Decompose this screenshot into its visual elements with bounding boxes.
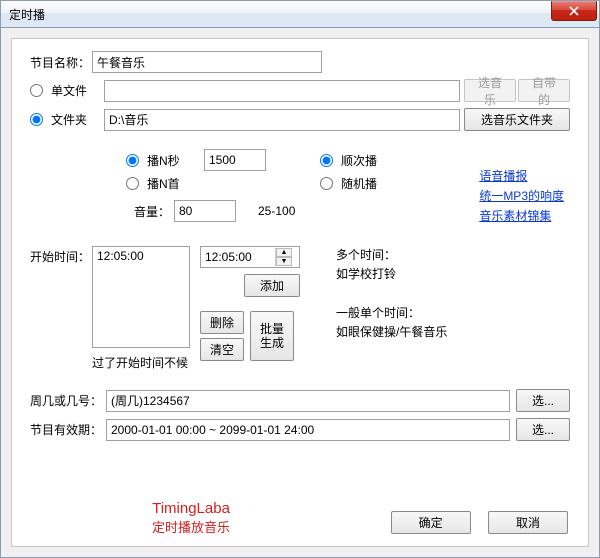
validity-select-button[interactable]: 选... (516, 418, 570, 441)
multi-time-hint-2: 如学校打铃 (336, 265, 486, 282)
time-list[interactable]: 12:05:00 (92, 246, 190, 348)
multi-time-hint-1: 多个时间： (336, 246, 486, 263)
weekday-select-button[interactable]: 选... (516, 389, 570, 412)
select-folder-button[interactable]: 选音乐文件夹 (464, 108, 570, 131)
late-note: 过了开始时间不候 (92, 354, 190, 371)
weekday-label: 周几或几号： (30, 392, 106, 409)
time-list-item[interactable]: 12:05:00 (97, 249, 185, 263)
volume-range-hint: 25-100 (258, 204, 295, 218)
clear-time-button[interactable]: 清空 (200, 338, 244, 361)
music-library-link[interactable]: 音乐素材锦集 (479, 207, 564, 224)
links-block: 语音播报 统一MP3的响度 音乐素材锦集 (479, 167, 564, 227)
folder-label: 文件夹 (51, 111, 87, 128)
program-name-label: 节目名称： (30, 54, 92, 71)
folder-input[interactable] (104, 109, 460, 131)
add-time-button[interactable]: 添加 (244, 274, 300, 297)
builtin-button: 自带的 (518, 79, 570, 102)
voice-broadcast-link[interactable]: 语音播报 (479, 167, 564, 184)
random-play-radio[interactable]: 随机播 (320, 175, 377, 192)
random-play-label: 随机播 (341, 175, 377, 192)
validity-label: 节目有效期： (30, 421, 106, 438)
mp3-gain-link[interactable]: 统一MP3的响度 (479, 187, 564, 204)
play-n-sec-label: 播N秒 (147, 152, 180, 169)
single-file-label: 单文件 (51, 82, 87, 99)
start-time-label: 开始时间： (30, 246, 92, 371)
spinner-down-icon[interactable]: ▼ (276, 257, 292, 266)
single-time-hint-2: 如眼保健操/午餐音乐 (336, 323, 486, 340)
order-play-label: 顺次播 (341, 152, 377, 169)
weekday-input[interactable] (106, 390, 510, 412)
window-title: 定时播 (9, 6, 45, 23)
volume-label: 音量： (126, 203, 174, 220)
titlebar: 定时播 (0, 0, 600, 28)
delete-time-button[interactable]: 删除 (200, 311, 244, 334)
play-n-sec-input[interactable] (204, 149, 266, 171)
single-file-input[interactable] (104, 80, 460, 102)
program-name-input[interactable] (92, 51, 322, 73)
volume-input[interactable] (174, 200, 236, 222)
time-spinner-input[interactable] (201, 248, 275, 266)
single-file-radio[interactable]: 单文件 (30, 82, 104, 99)
close-icon (569, 6, 579, 16)
single-time-hint-1: 一般单个时间： (336, 304, 486, 321)
play-n-song-label: 播N首 (147, 175, 180, 192)
folder-radio[interactable]: 文件夹 (30, 111, 104, 128)
cancel-button[interactable]: 取消 (488, 511, 568, 534)
brand-en: TimingLaba (152, 500, 230, 517)
spinner-up-icon[interactable]: ▲ (276, 248, 292, 257)
validity-input[interactable] (106, 419, 510, 441)
play-n-song-radio[interactable]: 播N首 (126, 175, 204, 192)
close-button[interactable] (551, 1, 597, 21)
batch-generate-button[interactable]: 批量 生成 (250, 311, 294, 361)
brand-block: TimingLaba 定时播放音乐 (152, 500, 230, 536)
play-n-sec-radio[interactable]: 播N秒 (126, 152, 204, 169)
ok-button[interactable]: 确定 (391, 511, 471, 534)
select-music-button: 选音乐 (464, 79, 516, 102)
brand-zh: 定时播放音乐 (152, 517, 230, 536)
time-spinner[interactable]: ▲ ▼ (200, 246, 300, 268)
order-play-radio[interactable]: 顺次播 (320, 152, 377, 169)
